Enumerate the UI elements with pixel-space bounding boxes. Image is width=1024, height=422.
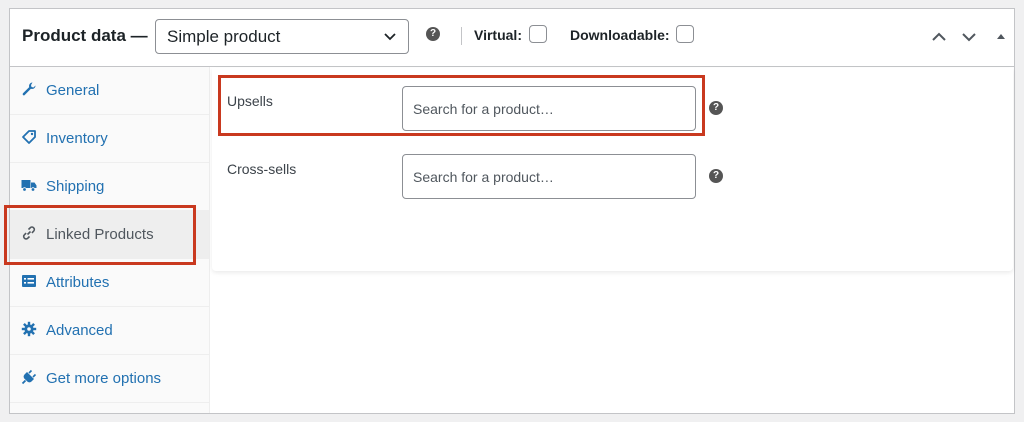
tab-general[interactable]: General [10,67,210,115]
help-icon[interactable]: ? [426,27,440,41]
tab-attributes[interactable]: Attributes [10,259,210,307]
tab-label: Linked Products [46,226,154,243]
downloadable-label: Downloadable: [570,27,670,43]
linked-products-panel: Upsells ? Cross-sells ? [212,68,1013,271]
product-type-value: Simple product [167,27,281,46]
crosssells-search-input[interactable] [402,154,696,199]
collapse-toggle-icon[interactable] [992,28,1010,46]
tab-get-more-options[interactable]: Get more options [10,355,210,403]
upsells-search-input[interactable] [402,86,696,131]
move-up-icon[interactable] [930,28,948,46]
tag-icon [22,130,36,144]
panel-header: Product data — Simple product ? Virtual:… [10,9,1014,67]
list-icon [22,275,36,287]
upsells-label: Upsells [227,93,273,109]
wrench-icon [22,82,36,96]
link-icon [22,226,36,240]
tab-inventory[interactable]: Inventory [10,115,210,163]
crosssells-help-icon[interactable]: ? [709,169,723,183]
tab-shipping[interactable]: Shipping [10,163,210,211]
product-data-tabs: General Inventory Shipping Linked Produc… [10,67,210,413]
plug-icon [21,369,37,385]
chevron-down-icon [384,33,396,41]
truck-icon [21,180,37,192]
tab-label: General [46,82,100,99]
tab-label: Advanced [46,322,113,339]
panel-title: Product data — [22,26,148,45]
crosssells-label: Cross-sells [227,161,297,177]
virtual-label: Virtual: [474,27,522,43]
upsells-help-icon[interactable]: ? [709,101,723,115]
downloadable-checkbox[interactable] [676,25,694,43]
product-type-select[interactable]: Simple product [155,19,409,54]
virtual-checkbox[interactable] [529,25,547,43]
tab-label: Attributes [46,274,110,291]
header-divider [461,27,462,45]
tab-label: Inventory [46,130,108,147]
product-data-panel: Product data — Simple product ? Virtual:… [9,8,1015,414]
tab-label: Get more options [46,370,162,387]
move-down-icon[interactable] [960,28,978,46]
tab-label: Shipping [46,178,105,195]
tab-advanced[interactable]: Advanced [10,307,210,355]
gear-icon [21,321,37,337]
tab-linked-products[interactable]: Linked Products [10,211,210,259]
